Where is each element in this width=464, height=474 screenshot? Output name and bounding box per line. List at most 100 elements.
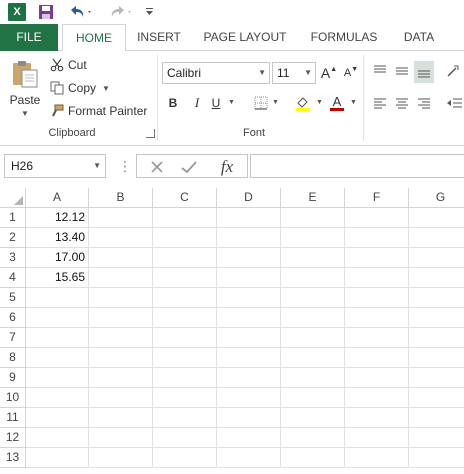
cell-b4[interactable] bbox=[89, 268, 153, 288]
select-all-button[interactable] bbox=[0, 188, 26, 208]
copy-button[interactable]: Copy ▼ bbox=[50, 78, 110, 98]
cell-e6[interactable] bbox=[281, 308, 345, 328]
cell-f10[interactable] bbox=[345, 388, 409, 408]
row-header-3[interactable]: 3 bbox=[0, 248, 26, 268]
copy-dropdown-icon[interactable]: ▼ bbox=[102, 84, 110, 93]
cell-g7[interactable] bbox=[409, 328, 464, 348]
customize-toolbar-icon[interactable] bbox=[142, 2, 156, 22]
cell-a13[interactable] bbox=[26, 448, 89, 468]
cell-a4[interactable]: 15.65 bbox=[26, 268, 89, 288]
borders-button[interactable] bbox=[252, 93, 270, 113]
cell-f1[interactable] bbox=[345, 208, 409, 228]
cell-g9[interactable] bbox=[409, 368, 464, 388]
row-header-13[interactable]: 13 bbox=[0, 448, 26, 468]
font-color-dropdown-icon[interactable]: ▼ bbox=[350, 99, 357, 106]
cancel-button[interactable] bbox=[145, 157, 169, 177]
cell-d12[interactable] bbox=[217, 428, 281, 448]
cell-g13[interactable] bbox=[409, 448, 464, 468]
cell-b5[interactable] bbox=[89, 288, 153, 308]
cell-f4[interactable] bbox=[345, 268, 409, 288]
cell-g10[interactable] bbox=[409, 388, 464, 408]
tab-home[interactable]: HOME bbox=[62, 24, 126, 52]
tab-page-layout[interactable]: PAGE LAYOUT bbox=[198, 24, 292, 51]
font-name-dropdown[interactable]: Calibri ▼ bbox=[162, 62, 270, 84]
cell-f11[interactable] bbox=[345, 408, 409, 428]
cell-b9[interactable] bbox=[89, 368, 153, 388]
cell-d2[interactable] bbox=[217, 228, 281, 248]
cell-d3[interactable] bbox=[217, 248, 281, 268]
cell-g6[interactable] bbox=[409, 308, 464, 328]
tab-insert[interactable]: INSERT bbox=[130, 24, 188, 51]
tab-formulas[interactable]: FORMULAS bbox=[304, 24, 384, 51]
cell-e3[interactable] bbox=[281, 248, 345, 268]
cell-g1[interactable] bbox=[409, 208, 464, 228]
align-middle-button[interactable] bbox=[392, 61, 412, 81]
column-header-g[interactable]: G bbox=[409, 188, 464, 208]
align-center-button[interactable] bbox=[392, 93, 412, 113]
cell-b11[interactable] bbox=[89, 408, 153, 428]
row-header-9[interactable]: 9 bbox=[0, 368, 26, 388]
cell-b8[interactable] bbox=[89, 348, 153, 368]
cell-a1[interactable]: 12.12 bbox=[26, 208, 89, 228]
cell-b12[interactable] bbox=[89, 428, 153, 448]
row-header-2[interactable]: 2 bbox=[0, 228, 26, 248]
cell-d10[interactable] bbox=[217, 388, 281, 408]
cell-c9[interactable] bbox=[153, 368, 217, 388]
cell-e10[interactable] bbox=[281, 388, 345, 408]
cell-e8[interactable] bbox=[281, 348, 345, 368]
cell-e5[interactable] bbox=[281, 288, 345, 308]
cell-c6[interactable] bbox=[153, 308, 217, 328]
cell-c1[interactable] bbox=[153, 208, 217, 228]
paste-button[interactable]: Paste ▼ bbox=[6, 57, 44, 121]
align-top-button[interactable] bbox=[370, 61, 390, 81]
row-header-1[interactable]: 1 bbox=[0, 208, 26, 228]
column-header-e[interactable]: E bbox=[281, 188, 345, 208]
tab-file[interactable]: FILE bbox=[0, 24, 58, 51]
cell-c7[interactable] bbox=[153, 328, 217, 348]
cell-b7[interactable] bbox=[89, 328, 153, 348]
cell-g2[interactable] bbox=[409, 228, 464, 248]
column-header-f[interactable]: F bbox=[345, 188, 409, 208]
increase-font-size-button[interactable]: A ▲ bbox=[320, 63, 338, 83]
cell-b2[interactable] bbox=[89, 228, 153, 248]
cell-a9[interactable] bbox=[26, 368, 89, 388]
decrease-font-size-button[interactable]: A ▼ bbox=[342, 63, 360, 83]
cell-c2[interactable] bbox=[153, 228, 217, 248]
save-button[interactable] bbox=[36, 2, 56, 22]
column-header-d[interactable]: D bbox=[217, 188, 281, 208]
cell-a5[interactable] bbox=[26, 288, 89, 308]
cell-c13[interactable] bbox=[153, 448, 217, 468]
row-header-10[interactable]: 10 bbox=[0, 388, 26, 408]
cell-d6[interactable] bbox=[217, 308, 281, 328]
undo-button[interactable] bbox=[66, 2, 96, 22]
cell-d1[interactable] bbox=[217, 208, 281, 228]
cell-c10[interactable] bbox=[153, 388, 217, 408]
formula-bar-resize-handle[interactable]: ⋮ bbox=[118, 156, 132, 176]
cell-f9[interactable] bbox=[345, 368, 409, 388]
cell-a10[interactable] bbox=[26, 388, 89, 408]
cell-e4[interactable] bbox=[281, 268, 345, 288]
row-header-4[interactable]: 4 bbox=[0, 268, 26, 288]
cell-d5[interactable] bbox=[217, 288, 281, 308]
cell-a8[interactable] bbox=[26, 348, 89, 368]
cell-a6[interactable] bbox=[26, 308, 89, 328]
cell-b3[interactable] bbox=[89, 248, 153, 268]
name-box[interactable]: H26 ▼ bbox=[4, 154, 106, 178]
cell-a11[interactable] bbox=[26, 408, 89, 428]
cell-d9[interactable] bbox=[217, 368, 281, 388]
tab-data[interactable]: DATA bbox=[394, 24, 444, 51]
insert-function-button[interactable]: fx bbox=[215, 157, 239, 177]
borders-dropdown-icon[interactable]: ▼ bbox=[272, 99, 279, 106]
align-bottom-button[interactable] bbox=[414, 61, 434, 83]
cell-f5[interactable] bbox=[345, 288, 409, 308]
cell-g5[interactable] bbox=[409, 288, 464, 308]
cell-e1[interactable] bbox=[281, 208, 345, 228]
format-painter-button[interactable]: Format Painter bbox=[50, 101, 147, 121]
cell-g3[interactable] bbox=[409, 248, 464, 268]
cell-e7[interactable] bbox=[281, 328, 345, 348]
row-header-7[interactable]: 7 bbox=[0, 328, 26, 348]
cell-f12[interactable] bbox=[345, 428, 409, 448]
decrease-indent-button[interactable] bbox=[444, 93, 464, 113]
font-color-button[interactable]: A bbox=[328, 93, 346, 113]
cell-d8[interactable] bbox=[217, 348, 281, 368]
